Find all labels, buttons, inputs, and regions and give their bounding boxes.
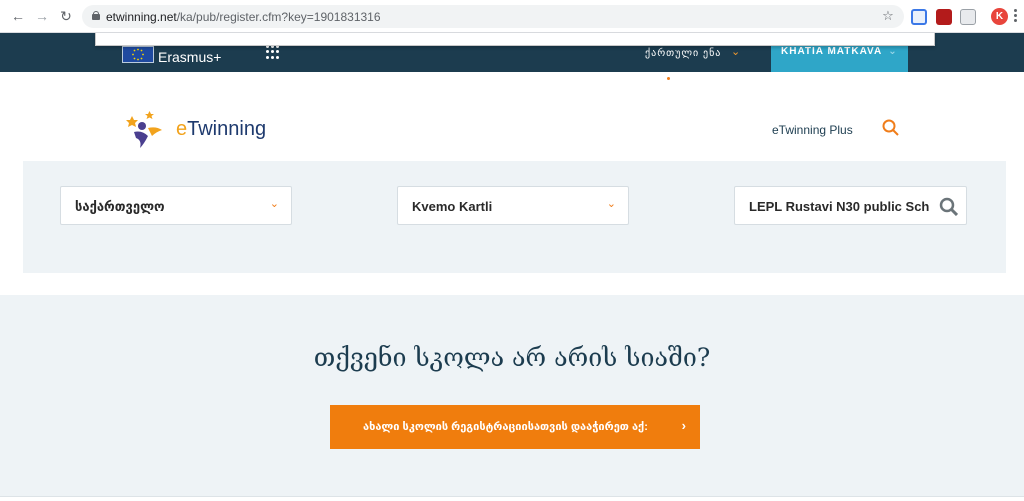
etwinning-logo-icon[interactable]	[122, 110, 166, 150]
school-not-listed-section	[0, 295, 1024, 496]
active-indicator	[667, 77, 670, 80]
address-url[interactable]: etwinning.net/ka/pub/register.cfm?key=19…	[106, 10, 381, 24]
search-icon[interactable]	[882, 119, 899, 136]
logo-word: Twinning	[187, 118, 267, 140]
back-arrow-icon[interactable]: ←	[10, 8, 26, 24]
logo-prefix: e	[176, 118, 188, 140]
extension-translate-icon[interactable]	[911, 9, 927, 25]
region-select[interactable]: Kvemo Kartli ⌄	[397, 186, 629, 225]
etwinning-plus-link[interactable]: eTwinning Plus	[772, 123, 853, 137]
lock-icon	[92, 11, 100, 20]
register-button-label: ახალი სკოლის რეგისტრაციისათვის დააჭირეთ …	[363, 421, 648, 433]
profile-avatar[interactable]: K	[991, 8, 1008, 25]
search-icon[interactable]	[939, 197, 959, 217]
extension-shield-icon[interactable]	[936, 9, 952, 25]
erasmus-brand[interactable]: Erasmus+	[158, 49, 221, 65]
browser-toolbar: ← → ↻ etwinning.net/ka/pub/register.cfm?…	[0, 0, 1024, 33]
star-icon[interactable]: ☆	[880, 8, 896, 24]
grid-menu-icon[interactable]	[266, 45, 280, 59]
chevron-right-icon: ›	[681, 418, 686, 433]
url-path: /ka/pub/register.cfm?key=1901831316	[176, 10, 381, 24]
url-host: etwinning.net	[106, 10, 177, 24]
user-name: KHATIA MATKAVA	[781, 46, 883, 57]
chevron-down-icon: ⌄	[888, 46, 898, 57]
school-search-value: LEPL Rustavi N30 public School	[749, 199, 929, 214]
country-value: საქართველო	[75, 199, 165, 214]
divider	[0, 496, 1024, 501]
school-search-input[interactable]: LEPL Rustavi N30 public School	[734, 186, 967, 225]
school-not-listed-heading: თქვენი სკოლა არ არის სიაში?	[313, 343, 711, 372]
region-value: Kvemo Kartli	[412, 199, 493, 214]
browser-menu-icon[interactable]	[1014, 8, 1018, 24]
chevron-down-icon[interactable]: ⌄	[731, 45, 740, 58]
forward-arrow-icon[interactable]: →	[34, 8, 50, 24]
register-new-school-button[interactable]: ახალი სკოლის რეგისტრაციისათვის დააჭირეთ …	[330, 405, 700, 449]
chevron-down-icon: ⌄	[269, 198, 279, 210]
country-select[interactable]: საქართველო ⌄	[60, 186, 292, 225]
school-filter-panel: საქართველო ⌄ Kvemo Kartli ⌄ LEPL Rustavi…	[23, 161, 1006, 273]
dropdown-panel	[95, 33, 935, 46]
chevron-down-icon: ⌄	[606, 198, 616, 210]
eu-flag-icon	[122, 46, 154, 63]
extension-mail-icon[interactable]	[960, 9, 976, 25]
language-selector[interactable]: ქართული ენა	[645, 48, 721, 59]
reload-icon[interactable]: ↻	[58, 8, 74, 24]
etwinning-logo-text[interactable]: eTwinning	[176, 118, 266, 141]
